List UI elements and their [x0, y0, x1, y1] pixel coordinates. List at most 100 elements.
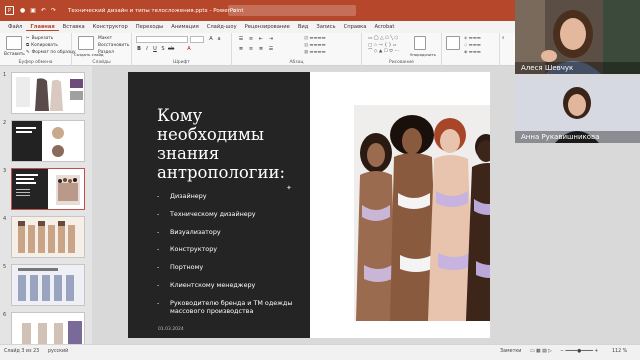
tab-file[interactable]: Файл	[4, 24, 26, 30]
quick-styles-group: ◈ ▬▬▬ ◇ ▬▬▬ ◆ ▬▬▬	[442, 33, 500, 66]
thumbnail-5-preview	[12, 265, 84, 305]
bullet-item: Портному	[157, 263, 307, 272]
decrease-indent-icon[interactable]: ⇤	[258, 36, 264, 42]
shapes-gallery[interactable]: ▭ ◯ △ ⬠ ╲ ⬡ ▢ ☆ ⇨ { } ▱ ⌒ ◇ ▲ ☐ ⬭ ⋯	[368, 36, 408, 56]
slide-photo-women[interactable]	[354, 105, 490, 321]
paragraph-group-label: Абзац	[289, 60, 304, 65]
redo-icon[interactable]: ↷	[51, 7, 56, 14]
increase-indent-icon[interactable]: ⇥	[268, 36, 274, 42]
tab-acrobat[interactable]: Acrobat	[370, 24, 398, 30]
layout-button[interactable]: Макет	[98, 36, 112, 41]
align-right-icon[interactable]: ≣	[258, 46, 264, 52]
tab-record[interactable]: Запись	[312, 24, 339, 30]
tab-help[interactable]: Справка	[340, 24, 371, 30]
shape-fill-button[interactable]: ◈ ▬▬▬	[464, 36, 481, 41]
slide-title[interactable]: Кому необходимы знания антропологии:	[157, 106, 307, 182]
italic-icon[interactable]: I	[144, 46, 150, 52]
thumb-number-3: 3	[3, 168, 7, 174]
smartart-button[interactable]: ▦ ▬▬▬▬	[304, 50, 326, 55]
font-name-box[interactable]	[136, 36, 188, 43]
slide-thumbnail-4[interactable]	[11, 216, 85, 258]
strikethrough-icon[interactable]: ab	[168, 46, 174, 52]
copy-label: Копировать	[31, 43, 58, 48]
copy-button[interactable]: ⧉ Копировать	[26, 43, 58, 48]
language-indicator[interactable]: русский	[48, 349, 68, 354]
video-tile-participant-1[interactable]: Алеся Шевчук	[515, 0, 640, 74]
save-icon[interactable]: ▣	[30, 7, 36, 14]
paste-icon[interactable]	[6, 36, 22, 50]
font-color-icon[interactable]: A	[186, 46, 192, 52]
tab-insert[interactable]: Вставка	[59, 24, 89, 30]
arrange-icon[interactable]	[414, 36, 426, 50]
thumbnail-2-preview	[12, 121, 84, 161]
slide-thumbnail-6[interactable]	[11, 312, 85, 344]
tab-view[interactable]: Вид	[294, 24, 313, 30]
slide-date: 01.03.2024	[158, 327, 184, 332]
thumbnail-6-preview	[12, 313, 84, 344]
arrange-button[interactable]: Упорядочить	[410, 52, 436, 57]
thumb-number-1: 1	[3, 72, 7, 78]
slide-thumbnail-3[interactable]	[11, 168, 85, 210]
brush-icon: ✎	[26, 50, 30, 55]
shadow-icon[interactable]: S	[160, 46, 166, 52]
shrink-font-icon[interactable]: a	[216, 36, 222, 42]
bullet-item: Дизайнеру	[157, 192, 307, 201]
bullet-item: Конструктору	[157, 245, 307, 254]
align-text-button[interactable]: ▥ ▬▬▬▬	[304, 43, 326, 48]
current-slide[interactable]: Кому необходимы знания антропологии: Диз…	[128, 72, 490, 338]
new-slide-icon[interactable]	[78, 36, 94, 50]
thumbnail-4-preview	[12, 217, 84, 257]
font-size-box[interactable]	[190, 36, 204, 43]
editing-group: ⌕	[500, 33, 515, 66]
thumbnail-1-preview	[12, 73, 84, 113]
align-center-icon[interactable]: ≡	[248, 46, 254, 52]
align-left-icon[interactable]: ≣	[238, 46, 244, 52]
slide-bullet-list[interactable]: Дизайнеру Техническому дизайнеру Визуали…	[157, 192, 307, 325]
numbering-icon[interactable]: ≡	[248, 36, 254, 42]
shape-outline-button[interactable]: ◇ ▬▬▬	[464, 43, 481, 48]
zoom-slider[interactable]: − ━━━━●━━━━ +	[560, 349, 598, 354]
cut-label: Вырезать	[31, 36, 54, 41]
slide-thumbnail-5[interactable]	[11, 264, 85, 306]
grow-font-icon[interactable]: A	[208, 36, 214, 42]
autosave-icon[interactable]: ●	[20, 7, 25, 14]
search-box[interactable]: ⌕	[228, 5, 356, 16]
drawing-group-label: Рисование	[389, 60, 414, 65]
bold-icon[interactable]: B	[136, 46, 142, 52]
section-button[interactable]: Раздел	[98, 50, 114, 55]
cut-button[interactable]: ✂ Вырезать	[26, 36, 53, 41]
paragraph-group: ☰ ≡ ⇤ ⇥ ≣ ≡ ≣ ☰ ▤ ▬▬▬▬ ▥ ▬▬▬▬ ▦ ▬▬▬▬ Абз…	[232, 33, 362, 66]
zoom-level[interactable]: 112 %	[612, 349, 627, 354]
tab-animations[interactable]: Анимация	[167, 24, 202, 30]
shape-effects-button[interactable]: ◆ ▬▬▬	[464, 50, 481, 55]
video-tile-participant-2[interactable]: Анна Рукавишникова	[515, 77, 640, 143]
underline-icon[interactable]: U	[152, 46, 158, 52]
justify-icon[interactable]: ☰	[268, 46, 274, 52]
bullet-item: Визуализатору	[157, 228, 307, 237]
tab-design[interactable]: Конструктор	[89, 24, 132, 30]
format-painter-button[interactable]: ✎ Формат по образцу	[26, 50, 76, 55]
mouse-cursor-icon: ✦	[286, 184, 292, 192]
view-buttons[interactable]: ▭ ▦ ▤ ▷	[530, 349, 552, 354]
undo-icon[interactable]: ↶	[41, 7, 46, 14]
slide-thumbnail-1[interactable]	[11, 72, 85, 114]
tab-home[interactable]: Главная	[26, 24, 59, 31]
slide-thumbnail-2[interactable]	[11, 120, 85, 162]
notes-button[interactable]: Заметки	[500, 349, 521, 354]
slide-thumbnails-pane: 1 2 3 4 5 6	[0, 66, 92, 344]
text-direction-button[interactable]: ▤ ▬▬▬▬	[304, 36, 326, 41]
bullet-item: Клиентскому менеджеру	[157, 281, 307, 290]
tab-transitions[interactable]: Переходы	[132, 24, 168, 30]
thumb-number-4: 4	[3, 216, 7, 222]
find-icon[interactable]: ⌕	[502, 36, 504, 41]
tab-slideshow[interactable]: Слайд-шоу	[203, 24, 241, 30]
status-bar: Слайд 3 из 23 русский Заметки ▭ ▦ ▤ ▷ − …	[0, 344, 640, 360]
bullets-icon[interactable]: ☰	[238, 36, 244, 42]
reset-button[interactable]: Восстановить	[98, 43, 129, 48]
scissors-icon: ✂	[26, 36, 30, 41]
document-title: Технический дизайн и типы телосложения.p…	[67, 7, 244, 14]
tab-review[interactable]: Рецензирование	[241, 24, 294, 30]
quick-styles-icon[interactable]	[446, 36, 460, 50]
paste-button[interactable]: Вставить	[4, 52, 25, 57]
quick-access-toolbar: ● ▣ ↶ ↷	[20, 7, 56, 14]
